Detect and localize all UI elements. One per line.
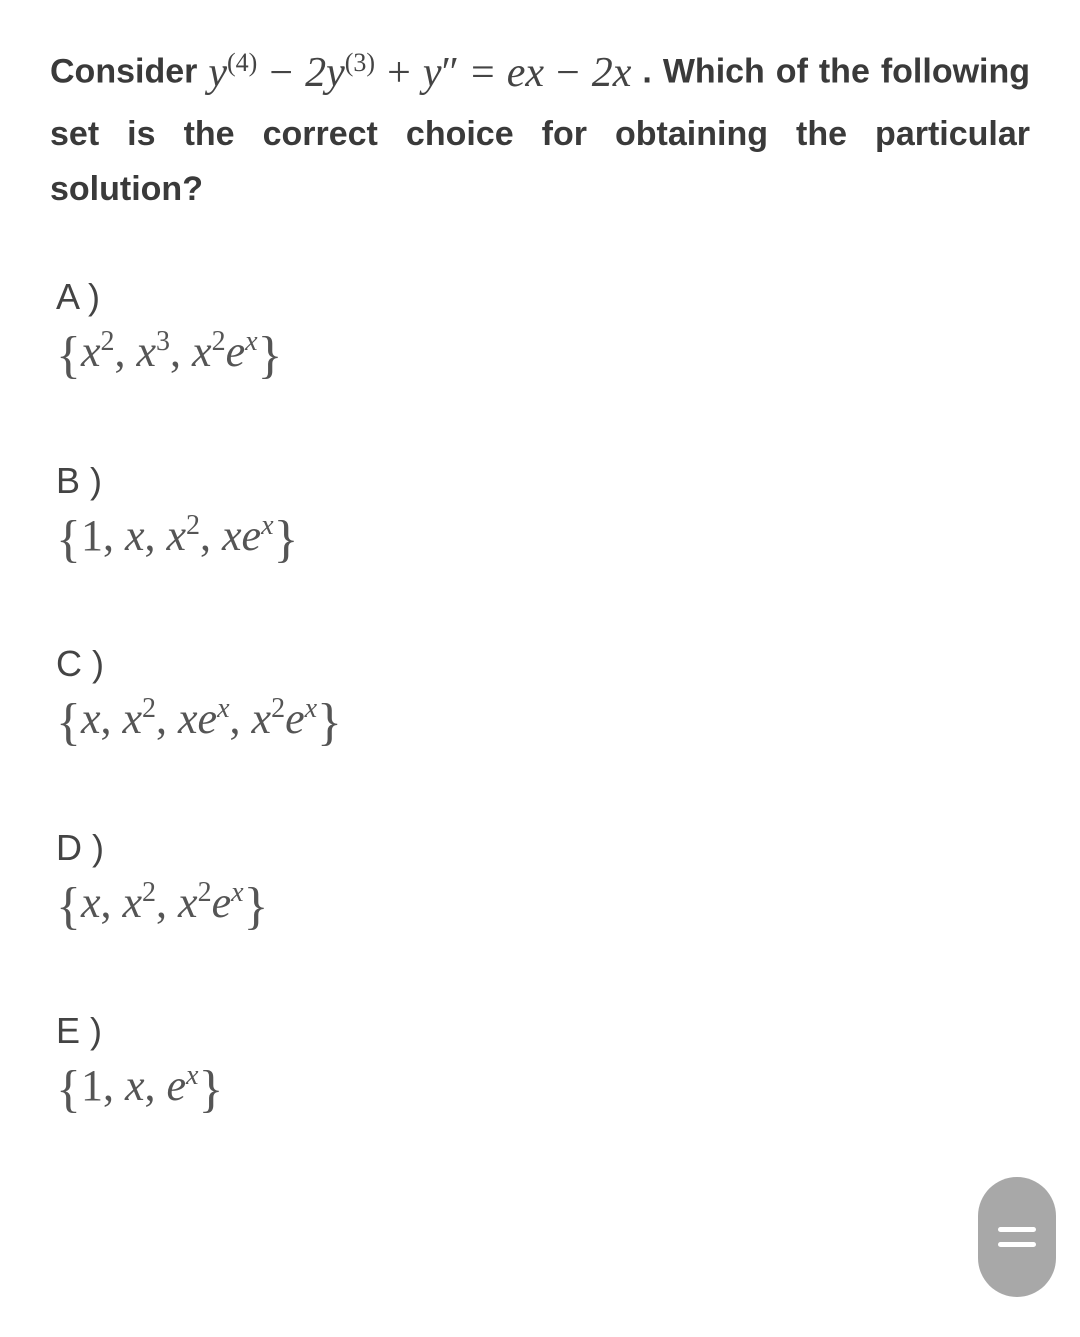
option-math: {1, x, x2, xex}: [56, 506, 1030, 574]
question-equation: y(4) − 2y(3) + y″ = ex − 2x: [208, 50, 631, 96]
question-text: Consider y(4) − 2y(3) + y″ = ex − 2x . W…: [50, 40, 1030, 216]
option-math: {1, x, ex}: [56, 1056, 1030, 1124]
option-math: {x, x2, x2ex}: [56, 873, 1030, 941]
option-label: D ): [56, 827, 1030, 869]
menu-fab[interactable]: [978, 1177, 1056, 1297]
option-math: {x2, x3, x2ex}: [56, 322, 1030, 390]
option-label: E ): [56, 1010, 1030, 1052]
option-b[interactable]: B ) {1, x, x2, xex}: [56, 460, 1030, 574]
option-a[interactable]: A ) {x2, x3, x2ex}: [56, 276, 1030, 390]
option-d[interactable]: D ) {x, x2, x2ex}: [56, 827, 1030, 941]
menu-icon: [998, 1227, 1036, 1232]
option-label: B ): [56, 460, 1030, 502]
option-label: A ): [56, 276, 1030, 318]
option-math: {x, x2, xex, x2ex}: [56, 689, 1030, 757]
menu-icon: [998, 1242, 1036, 1247]
option-c[interactable]: C ) {x, x2, xex, x2ex}: [56, 643, 1030, 757]
option-label: C ): [56, 643, 1030, 685]
options-list: A ) {x2, x3, x2ex} B ) {1, x, x2, xex} C…: [50, 276, 1030, 1124]
question-prefix: Consider: [50, 53, 208, 91]
option-e[interactable]: E ) {1, x, ex}: [56, 1010, 1030, 1124]
